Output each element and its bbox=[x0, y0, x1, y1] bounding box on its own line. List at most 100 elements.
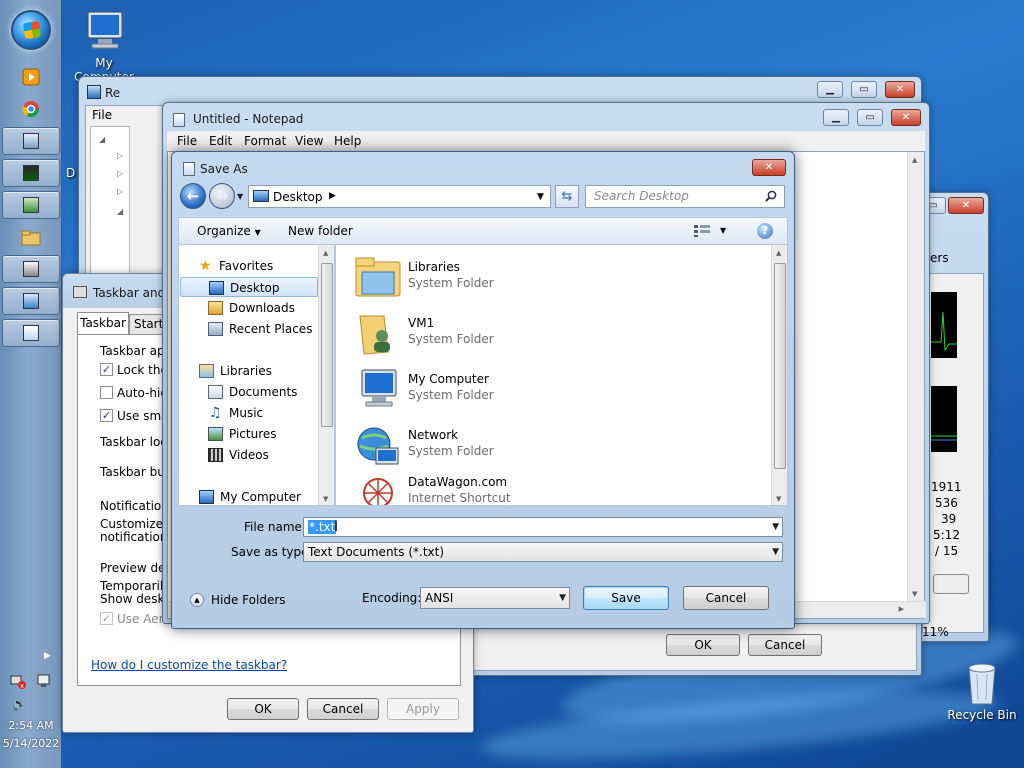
taskbar-button-remote[interactable] bbox=[2, 287, 60, 315]
menu-help[interactable]: Help bbox=[334, 134, 361, 148]
close-button[interactable]: ✕ bbox=[885, 81, 915, 98]
help-icon[interactable]: ? bbox=[757, 223, 773, 239]
list-item[interactable]: VM1 System Folder bbox=[354, 310, 734, 362]
desktop-icon-recycle-bin[interactable]: Recycle Bin bbox=[944, 660, 1020, 722]
ok-button[interactable]: OK bbox=[666, 634, 740, 656]
tree-expander[interactable]: ▷ bbox=[117, 151, 123, 160]
taskbar-button-usb[interactable] bbox=[2, 255, 60, 283]
scroll-thumb[interactable] bbox=[321, 263, 333, 427]
chevron-down-icon: ▼ bbox=[254, 228, 261, 237]
auto-hide-checkbox[interactable] bbox=[100, 386, 113, 399]
nav-pictures[interactable]: Pictures bbox=[179, 424, 319, 444]
aero-peek-checkbox[interactable]: ✓ bbox=[100, 612, 113, 625]
cancel-button[interactable]: Cancel bbox=[748, 634, 822, 656]
encoding-select[interactable]: ANSI ▼ bbox=[420, 587, 570, 609]
cancel-button[interactable]: Cancel bbox=[307, 698, 379, 720]
chevron-down-icon[interactable]: ▼ bbox=[772, 518, 779, 536]
menu-format[interactable]: Format bbox=[244, 134, 286, 148]
scroll-up-arrow[interactable]: ▲ bbox=[776, 249, 781, 257]
start-button[interactable] bbox=[11, 10, 51, 50]
search-input[interactable]: Search Desktop bbox=[585, 185, 785, 208]
show-hidden-icons-arrow[interactable]: ▶ bbox=[44, 651, 51, 661]
scroll-up-arrow[interactable]: ▲ bbox=[912, 156, 917, 164]
forward-button[interactable]: → bbox=[209, 183, 235, 209]
resource-monitor-button[interactable] bbox=[933, 574, 969, 594]
nav-recent-places[interactable]: Recent Places bbox=[179, 319, 319, 339]
tab-taskbar[interactable]: Taskbar bbox=[77, 312, 129, 334]
media-player-icon[interactable] bbox=[20, 66, 42, 88]
nav-downloads[interactable]: Downloads bbox=[179, 298, 319, 318]
scroll-thumb[interactable] bbox=[774, 263, 786, 469]
change-view-icon[interactable] bbox=[694, 225, 710, 237]
address-dropdown-arrow[interactable]: ▼ bbox=[537, 192, 544, 202]
apply-button[interactable]: Apply bbox=[387, 698, 459, 720]
file-name-input[interactable]: *.txt I ▼ bbox=[303, 517, 783, 537]
volume-icon[interactable]: 🔈 bbox=[12, 697, 27, 711]
desktop-icon-my-computer[interactable]: My Computer bbox=[64, 8, 144, 84]
taskbar-button-notepad[interactable] bbox=[2, 319, 60, 347]
view-options-dropdown[interactable]: ▼ bbox=[720, 226, 726, 235]
save-button[interactable]: Save bbox=[583, 586, 669, 610]
menu-view[interactable]: View bbox=[295, 134, 323, 148]
explorer-icon[interactable] bbox=[20, 227, 42, 249]
hide-folders-button[interactable]: ▲ Hide Folders bbox=[190, 592, 290, 610]
resize-grip[interactable]: ⋰ bbox=[778, 612, 786, 621]
menu-file[interactable]: File bbox=[92, 108, 112, 122]
nav-documents[interactable]: Documents bbox=[179, 382, 319, 402]
nav-my-computer[interactable]: My Computer bbox=[179, 487, 319, 505]
list-item[interactable]: My Computer System Folder bbox=[354, 366, 734, 418]
address-crumb-desktop[interactable]: Desktop bbox=[273, 190, 323, 204]
lock-taskbar-checkbox[interactable]: ✓ bbox=[100, 363, 113, 376]
new-folder-button[interactable]: New folder bbox=[288, 224, 353, 238]
list-item[interactable]: Libraries System Folder bbox=[354, 254, 734, 306]
clock-time[interactable]: 2:54 AM bbox=[0, 719, 62, 732]
address-bar[interactable]: Desktop ▶ ▼ bbox=[248, 185, 551, 208]
tree-expander[interactable]: ▷ bbox=[117, 187, 123, 196]
back-button[interactable]: ← bbox=[180, 183, 206, 209]
breadcrumb-chevron-icon[interactable]: ▶ bbox=[329, 191, 336, 201]
scroll-right-arrow[interactable]: ▶ bbox=[899, 605, 904, 613]
menu-edit[interactable]: Edit bbox=[209, 134, 232, 148]
organize-button[interactable]: Organize ▼ bbox=[197, 224, 261, 238]
chrome-icon[interactable] bbox=[20, 98, 42, 120]
maximize-button[interactable]: ▭ bbox=[857, 109, 883, 126]
tree-expander[interactable]: ▷ bbox=[117, 169, 123, 178]
scroll-down-arrow[interactable]: ▼ bbox=[323, 495, 328, 503]
cancel-button[interactable]: Cancel bbox=[683, 586, 769, 610]
ok-button[interactable]: OK bbox=[227, 698, 299, 720]
close-button[interactable]: ✕ bbox=[891, 109, 921, 126]
network-status-icon[interactable]: x bbox=[10, 673, 26, 690]
close-button[interactable]: ✕ bbox=[948, 197, 984, 214]
save-as-type-select[interactable]: Text Documents (*.txt) ▼ bbox=[303, 542, 783, 562]
clock-date[interactable]: 5/14/2022 bbox=[0, 737, 62, 750]
taskbar-button-taskmgr[interactable] bbox=[2, 159, 60, 187]
scroll-up-arrow[interactable]: ▲ bbox=[323, 249, 328, 257]
tree-expander[interactable]: ◢ bbox=[99, 135, 105, 144]
recent-locations-dropdown[interactable]: ▼ bbox=[237, 192, 243, 201]
close-button[interactable]: ✕ bbox=[752, 159, 786, 176]
help-link[interactable]: How do I customize the taskbar? bbox=[91, 658, 287, 672]
nav-libraries[interactable]: Libraries bbox=[179, 361, 319, 381]
menu-file[interactable]: File bbox=[177, 134, 197, 148]
taskbar-button-tools[interactable] bbox=[2, 191, 60, 219]
action-center-icon[interactable] bbox=[36, 673, 52, 689]
notepad-vertical-scrollbar[interactable]: ▲ ▼ bbox=[907, 152, 924, 602]
refresh-button[interactable]: ⇆ bbox=[555, 185, 579, 208]
minimize-button[interactable]: ▁ bbox=[817, 81, 843, 98]
taskbar-button-registry[interactable] bbox=[2, 127, 60, 155]
tab-users-partial[interactable]: ers bbox=[930, 251, 949, 265]
small-icons-checkbox[interactable]: ✓ bbox=[100, 409, 113, 422]
nav-pane-scrollbar[interactable]: ▲ ▼ bbox=[318, 245, 334, 505]
tree-expander[interactable]: ◢ bbox=[117, 207, 123, 216]
list-item[interactable]: Network System Folder bbox=[354, 422, 734, 474]
nav-favorites[interactable]: ★ Favorites bbox=[179, 256, 319, 276]
scroll-down-arrow[interactable]: ▼ bbox=[912, 590, 917, 598]
nav-desktop[interactable]: Desktop bbox=[180, 277, 318, 297]
list-item[interactable]: DataWagon.com Internet Shortcut bbox=[354, 473, 734, 505]
nav-music[interactable]: ♫ Music bbox=[179, 403, 319, 423]
minimize-button[interactable]: ▁ bbox=[823, 109, 849, 126]
file-list-scrollbar[interactable]: ▲ ▼ bbox=[771, 245, 787, 505]
nav-videos[interactable]: Videos bbox=[179, 445, 319, 465]
maximize-button[interactable]: ▭ bbox=[851, 81, 877, 98]
scroll-down-arrow[interactable]: ▼ bbox=[776, 495, 781, 503]
